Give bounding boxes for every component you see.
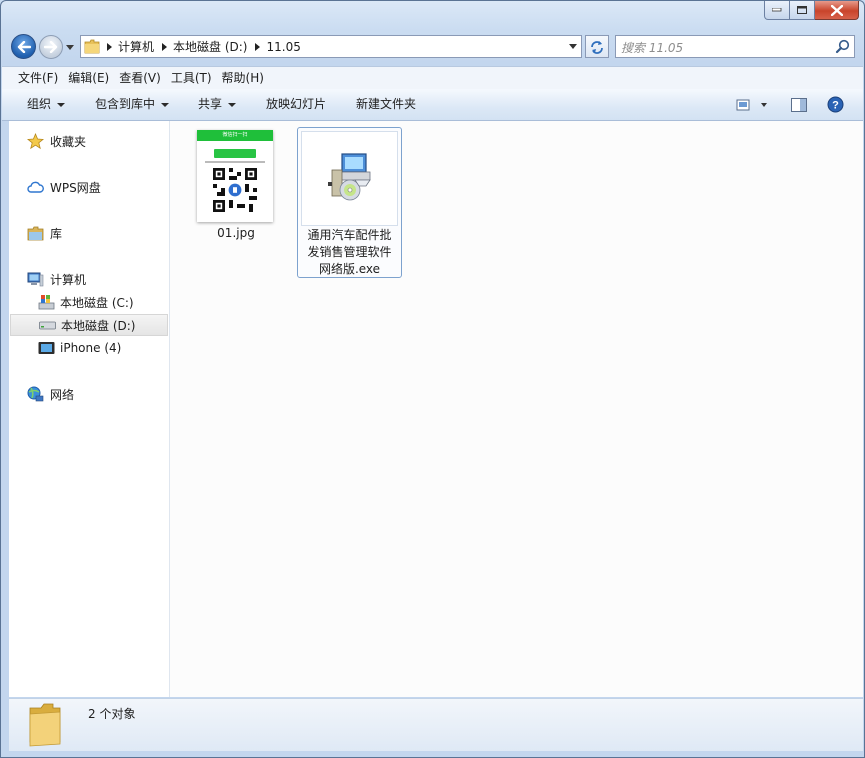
organize-button[interactable]: 组织	[27, 89, 66, 120]
details-pane: 2 个对象	[9, 698, 863, 751]
navigation-pane: 收藏夹 WPS网盘 库 计算机 本地磁盘 (C:) 本地磁盘 (D:) iPho…	[9, 121, 170, 697]
search-icon[interactable]	[835, 39, 850, 54]
nav-library-label: 库	[50, 226, 63, 241]
back-button[interactable]	[11, 34, 36, 59]
nav-drive-d-label: 本地磁盘 (D:)	[61, 318, 136, 333]
help-icon: ?	[827, 96, 843, 113]
address-history-dropdown[interactable]	[564, 36, 581, 57]
include-in-library-label: 包含到库中	[95, 97, 156, 111]
file-name-line: 网络版.exe	[318, 262, 381, 276]
share-button[interactable]: 共享	[198, 89, 237, 120]
nav-wps-drive[interactable]: WPS网盘	[9, 176, 167, 198]
hard-drive-icon	[39, 317, 56, 334]
thumbnail-banner	[214, 149, 256, 158]
close-button[interactable]	[815, 1, 859, 20]
file-item-01-jpg[interactable]: 微信扫一扫 01.jpg	[196, 129, 276, 249]
organize-label: 组织	[27, 97, 52, 111]
breadcrumb-computer[interactable]: 计算机	[116, 38, 157, 55]
nav-iphone-label: iPhone (4)	[60, 341, 122, 355]
network-icon	[27, 386, 44, 403]
explorer-window: 计算机 本地磁盘 (D:) 11.05 文件(F) 编辑(E) 查看(V) 工具…	[0, 0, 865, 758]
file-name: 通用汽车配件批 发销售管理软件 网络版.exe	[298, 227, 401, 278]
back-arrow-icon	[17, 40, 31, 53]
chevron-down-icon	[161, 102, 170, 107]
qr-code-graphic	[213, 168, 257, 212]
nav-drive-d[interactable]: 本地磁盘 (D:)	[10, 314, 168, 336]
nav-computer[interactable]: 计算机	[9, 268, 167, 290]
view-options-icon	[736, 99, 767, 110]
minimize-button[interactable]	[764, 1, 790, 20]
nav-drive-c[interactable]: 本地磁盘 (C:)	[9, 291, 167, 313]
nav-favorites[interactable]: 收藏夹	[9, 130, 167, 152]
breadcrumb-label: 本地磁盘 (D:)	[173, 40, 248, 54]
chevron-down-icon	[228, 102, 237, 107]
breadcrumb-label: 11.05	[266, 39, 301, 54]
breadcrumb-current-folder[interactable]: 11.05	[264, 40, 303, 54]
file-list[interactable]: 微信扫一扫 01.jpg 通用汽车配件批 发销售管理软件 网络版.exe	[170, 121, 863, 697]
chevron-down-icon	[57, 102, 66, 107]
recent-pages-dropdown[interactable]	[65, 41, 75, 53]
nav-computer-label: 计算机	[50, 272, 87, 287]
breadcrumb-drive-d[interactable]: 本地磁盘 (D:)	[171, 38, 250, 55]
preview-pane-button[interactable]	[790, 96, 808, 113]
library-icon	[27, 225, 44, 242]
chevron-down-icon	[568, 44, 577, 49]
refresh-icon	[591, 40, 603, 54]
svg-text:?: ?	[832, 100, 839, 112]
minimize-icon	[772, 8, 782, 12]
system-drive-icon	[38, 294, 55, 311]
slideshow-button[interactable]: 放映幻灯片	[266, 89, 326, 120]
nav-wps-label: WPS网盘	[50, 180, 101, 195]
breadcrumb-arrow[interactable]	[102, 36, 116, 57]
star-icon	[27, 132, 44, 150]
menu-help[interactable]: 帮助(H)	[206, 67, 269, 89]
nav-network[interactable]: 网络	[9, 383, 167, 405]
folder-icon	[82, 36, 102, 57]
file-name-line: 通用汽车配件批	[307, 228, 392, 242]
thumbnail-caption	[205, 161, 265, 163]
slideshow-label: 放映幻灯片	[266, 97, 327, 111]
installer-icon	[301, 131, 398, 226]
computer-icon	[27, 271, 44, 288]
nav-iphone[interactable]: iPhone (4)	[9, 337, 167, 359]
search-input[interactable]	[619, 37, 823, 58]
nav-favorites-label: 收藏夹	[50, 134, 87, 149]
nav-library[interactable]: 库	[9, 222, 167, 244]
new-folder-button[interactable]: 新建文件夹	[356, 89, 416, 120]
address-bar[interactable]: 计算机 本地磁盘 (D:) 11.05	[80, 35, 582, 58]
search-box[interactable]	[615, 35, 855, 58]
breadcrumb-arrow[interactable]	[157, 36, 171, 57]
caption-buttons	[764, 1, 859, 20]
phone-device-icon	[38, 340, 55, 357]
menu-bar: 文件(F) 编辑(E) 查看(V) 工具(T) 帮助(H)	[2, 66, 863, 89]
file-name: 01.jpg	[217, 226, 255, 240]
file-name-line: 发销售管理软件	[307, 245, 392, 259]
file-item-installer-exe[interactable]: 通用汽车配件批 发销售管理软件 网络版.exe	[297, 127, 402, 278]
thumbnail-header: 微信扫一扫	[197, 130, 273, 141]
forward-arrow-icon	[44, 41, 58, 53]
close-icon	[830, 4, 843, 16]
new-folder-label: 新建文件夹	[356, 97, 417, 111]
nav-network-label: 网络	[50, 387, 75, 402]
qr-image-icon: 微信扫一扫	[197, 130, 273, 222]
command-bar: 组织 包含到库中 共享 放映幻灯片 新建文件夹 ?	[2, 89, 863, 121]
chevron-down-icon	[66, 44, 74, 50]
nav-drive-c-label: 本地磁盘 (C:)	[60, 295, 134, 310]
include-in-library-button[interactable]: 包含到库中	[95, 89, 170, 120]
breadcrumb-arrow[interactable]	[250, 36, 264, 57]
help-button[interactable]: ?	[826, 96, 844, 113]
cloud-icon	[27, 179, 44, 196]
maximize-icon	[796, 5, 807, 14]
maximize-button[interactable]	[790, 1, 815, 20]
forward-button[interactable]	[39, 35, 63, 59]
view-options-button[interactable]	[736, 96, 770, 113]
item-count-text: 2 个对象	[88, 707, 136, 721]
refresh-button[interactable]	[585, 35, 609, 58]
preview-pane-icon	[791, 97, 807, 112]
folder-icon	[29, 703, 61, 747]
breadcrumb-label: 计算机	[118, 40, 155, 54]
share-label: 共享	[198, 97, 223, 111]
